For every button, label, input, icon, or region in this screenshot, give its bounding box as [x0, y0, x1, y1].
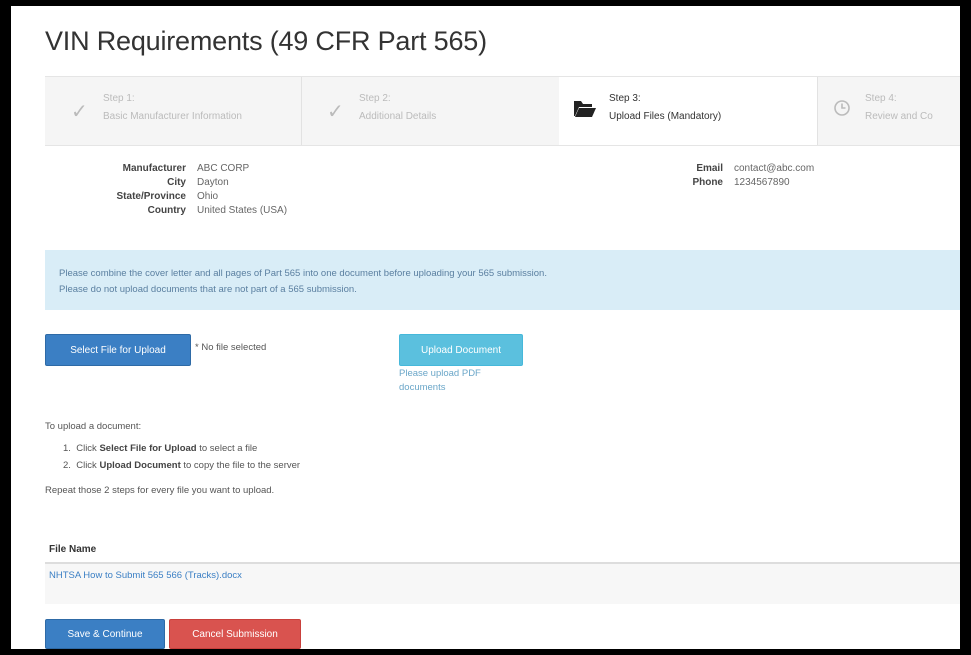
table-row: NHTSA How to Submit 565 566 (Tracks).doc… [45, 564, 960, 604]
instructions-intro: To upload a document: [45, 421, 142, 432]
upload-document-button[interactable]: Upload Document [399, 334, 523, 366]
manufacturer-label: Manufacturer [122, 163, 186, 174]
city-value: Dayton [197, 177, 229, 188]
save-continue-button[interactable]: Save & Continue [45, 619, 165, 649]
email-value: contact@abc.com [734, 163, 815, 174]
upload-hint-line-2: documents [399, 382, 446, 393]
city-label: City [167, 177, 186, 188]
step-1-label: Basic Manufacturer Information [103, 111, 242, 122]
instruction-text: Click [76, 443, 97, 454]
step-1[interactable]: ✓ Step 1: Basic Manufacturer Information [45, 77, 302, 145]
step-1-number: Step 1: [103, 93, 135, 104]
step-2-label: Additional Details [359, 111, 437, 122]
step-4-number: Step 4: [865, 93, 897, 104]
instructions-repeat: Repeat those 2 steps for every file you … [45, 485, 275, 496]
instruction-bold: Select File for Upload [99, 443, 197, 454]
instruction-text: to copy the file to the server [183, 460, 301, 471]
phone-label: Phone [692, 177, 723, 188]
upload-hint-line-1: Please upload PDF [399, 368, 481, 379]
state-value: Ohio [197, 191, 219, 202]
instruction-bold: Upload Document [99, 460, 181, 471]
manufacturer-value: ABC CORP [197, 163, 250, 174]
check-icon: ✓ [327, 101, 344, 123]
progress-stepper: ✓ Step 1: Basic Manufacturer Information… [45, 76, 960, 146]
step-number: 1. [63, 443, 71, 454]
cancel-submission-button[interactable]: Cancel Submission [169, 619, 301, 649]
page-title: VIN Requirements (49 CFR Part 565) [45, 26, 487, 56]
check-icon: ✓ [71, 101, 88, 123]
instruction-step-1: 1. Click Select File for Upload to selec… [63, 440, 257, 457]
instruction-step-2: 2. Click Upload Document to copy the fil… [63, 457, 300, 474]
alert-line-1: Please combine the cover letter and all … [59, 268, 547, 279]
select-file-button[interactable]: Select File for Upload [45, 334, 191, 366]
file-name-header: File Name [49, 544, 97, 555]
page-frame: VIN Requirements (49 CFR Part 565) ✓ Ste… [11, 6, 960, 649]
no-file-text: * No file selected [195, 342, 267, 353]
folder-open-icon [573, 97, 597, 125]
clock-icon [833, 99, 851, 123]
step-4[interactable]: Step 4: Review and Co [817, 77, 960, 145]
step-number: 2. [63, 460, 71, 471]
instruction-text: to select a file [199, 443, 258, 454]
state-label: State/Province [116, 191, 186, 202]
phone-value: 1234567890 [734, 177, 790, 188]
step-2[interactable]: ✓ Step 2: Additional Details [301, 77, 560, 145]
files-table-header: File Name [45, 540, 960, 564]
file-link[interactable]: NHTSA How to Submit 565 566 (Tracks).doc… [49, 570, 242, 581]
country-value: United States (USA) [197, 205, 288, 216]
step-3-label: Upload Files (Mandatory) [609, 111, 722, 122]
alert-line-2: Please do not upload documents that are … [59, 284, 357, 295]
email-label: Email [696, 163, 723, 174]
step-4-label: Review and Co [865, 111, 933, 122]
step-3[interactable]: Step 3: Upload Files (Mandatory) [559, 77, 818, 145]
step-3-number: Step 3: [609, 93, 641, 104]
info-alert: Please combine the cover letter and all … [45, 250, 960, 310]
country-label: Country [147, 205, 186, 216]
step-2-number: Step 2: [359, 93, 391, 104]
instruction-text: Click [76, 460, 97, 471]
